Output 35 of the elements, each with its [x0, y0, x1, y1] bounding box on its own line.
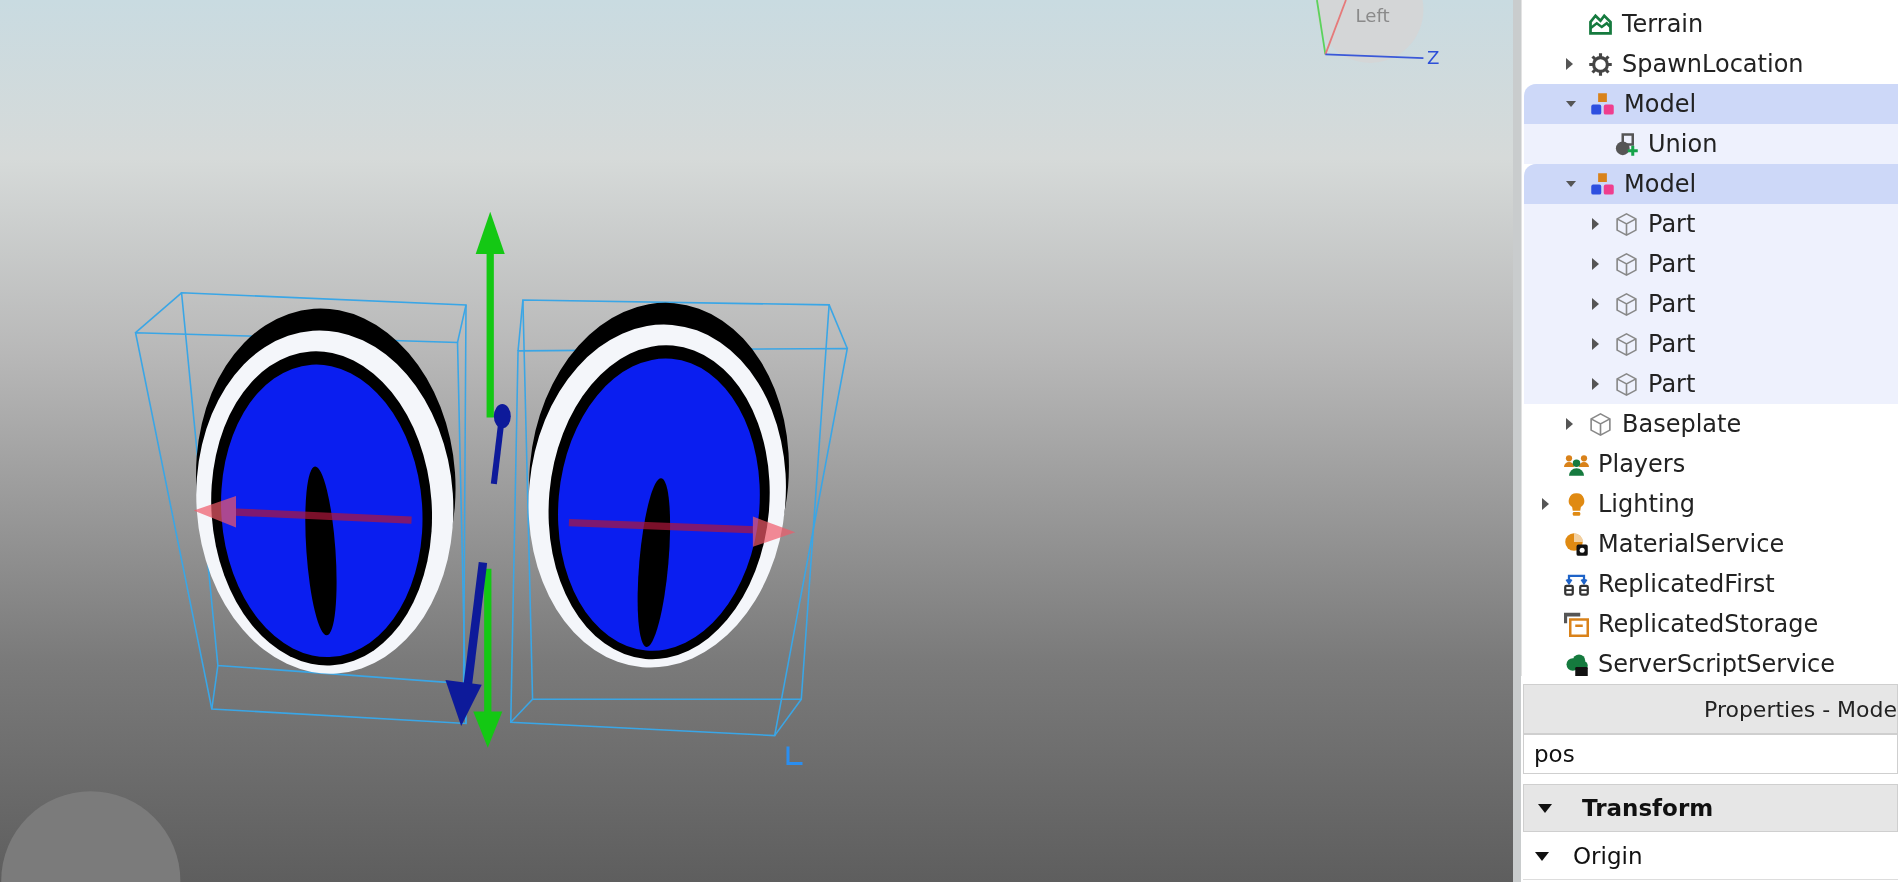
item-label: ReplicatedStorage	[1598, 610, 1819, 638]
item-label: Part	[1648, 370, 1696, 398]
item-label: SpawnLocation	[1622, 50, 1804, 78]
properties-title: Properties - Mode	[1523, 684, 1898, 734]
explorer-row[interactable]: Terrain	[1522, 4, 1898, 44]
item-label: Part	[1648, 250, 1696, 278]
explorer-row[interactable]: Players	[1522, 444, 1898, 484]
item-label: Model	[1624, 90, 1697, 118]
item-label: Part	[1648, 290, 1696, 318]
item-label: Players	[1598, 450, 1686, 478]
item-label: Terrain	[1622, 10, 1704, 38]
explorer-row[interactable]: Model	[1524, 164, 1898, 204]
explorer-row[interactable]: SpawnLocation	[1522, 44, 1898, 84]
item-label: Union	[1648, 130, 1718, 158]
category-label: Transform	[1582, 795, 1714, 821]
view-cube-label: Left	[1355, 4, 1390, 26]
explorer-row[interactable]: Baseplate	[1522, 404, 1898, 444]
item-label: Baseplate	[1622, 410, 1742, 438]
property-label: Origin	[1573, 842, 1643, 869]
explorer-row[interactable]: MaterialService	[1522, 524, 1898, 564]
item-label: Part	[1648, 210, 1696, 238]
item-label: ReplicatedFirst	[1598, 570, 1775, 598]
explorer-row[interactable]: ReplicatedStorage	[1522, 604, 1898, 644]
explorer-row[interactable]: Model	[1524, 84, 1898, 124]
item-label: Lighting	[1598, 490, 1695, 518]
property-row[interactable]: Origin	[1523, 832, 1898, 880]
property-category[interactable]: Transform	[1523, 784, 1898, 832]
explorer-row[interactable]: ReplicatedFirst	[1522, 564, 1898, 604]
item-label: MaterialService	[1598, 530, 1785, 558]
viewport-canvas[interactable]: Left Z	[0, 0, 1513, 882]
explorer-row[interactable]: Lighting	[1522, 484, 1898, 524]
item-label: Model	[1624, 170, 1697, 198]
item-label: Part	[1648, 330, 1696, 358]
axis-label: Z	[1427, 47, 1440, 69]
property-filter-field[interactable]: pos	[1523, 734, 1898, 774]
